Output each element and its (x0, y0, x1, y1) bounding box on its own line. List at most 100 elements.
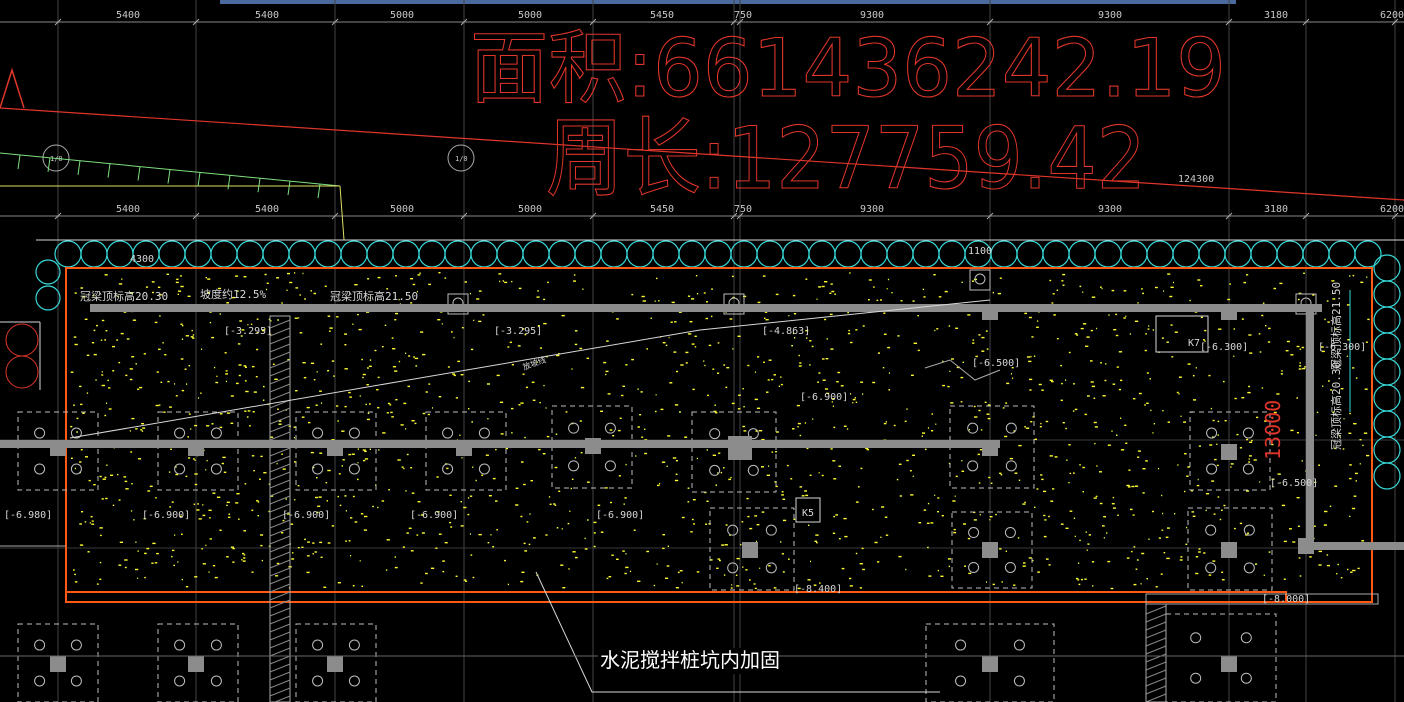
fill-dot (377, 407, 380, 409)
fill-dot (723, 574, 726, 576)
fill-dot (290, 523, 294, 525)
fill-dot (837, 371, 841, 374)
fill-dot (80, 403, 83, 406)
top-toolbar-strip[interactable] (220, 0, 1236, 4)
fill-dot (622, 385, 625, 387)
fill-dot (1206, 493, 1210, 495)
fill-dot (773, 374, 776, 376)
fill-dot (1296, 397, 1298, 399)
fill-dot (104, 476, 107, 479)
fill-dot (420, 331, 424, 333)
pile-circle (1198, 240, 1226, 268)
fill-dot (681, 581, 683, 584)
fill-dot (325, 482, 328, 484)
fill-dot (450, 526, 453, 528)
fill-dot (743, 430, 747, 432)
fill-dot (1227, 298, 1231, 301)
fill-dot (565, 411, 568, 413)
fill-dot (184, 368, 187, 370)
fill-dot (1209, 444, 1213, 446)
fill-dot (543, 298, 546, 301)
fill-dot (1030, 421, 1033, 423)
fill-dot (209, 321, 212, 324)
fill-dot (119, 541, 123, 543)
fill-dot (239, 320, 243, 322)
fill-dot (782, 571, 785, 573)
fill-dot (618, 429, 621, 432)
fill-dot (351, 453, 355, 455)
fill-dot (862, 393, 864, 395)
fill-dot (403, 402, 407, 405)
pile-cap-circle (1243, 524, 1255, 536)
fill-dot (131, 356, 135, 358)
fill-dot (1094, 442, 1096, 445)
fill-dot (712, 454, 716, 456)
fill-dot (1029, 389, 1032, 391)
fill-dot (955, 327, 958, 329)
fill-dot (944, 290, 948, 293)
fill-dot (804, 422, 806, 424)
fill-dot (1091, 296, 1096, 298)
fill-dot (693, 523, 695, 525)
fill-dot (536, 296, 540, 298)
fill-dot (425, 391, 428, 393)
fill-dot (917, 315, 919, 317)
fill-dot (1145, 460, 1148, 462)
fill-dot (804, 490, 807, 492)
fill-dot (1157, 467, 1160, 470)
fill-dot (1133, 583, 1137, 586)
fill-dot (799, 362, 802, 364)
fill-dot (900, 300, 903, 302)
fill-dot (123, 476, 127, 478)
fill-dot (260, 455, 263, 458)
ramp-tick (167, 169, 171, 184)
pile-circle (1094, 240, 1122, 268)
fill-dot (548, 496, 551, 498)
fill-dot (1123, 290, 1127, 292)
pile-cap-circle (1190, 632, 1202, 644)
fill-dot (655, 394, 657, 396)
fill-dot (992, 291, 994, 294)
fill-dot (640, 391, 643, 393)
pile-cap-circle (765, 562, 777, 574)
fill-dot (502, 280, 504, 282)
fill-dot (877, 561, 880, 563)
fill-dot (202, 504, 204, 506)
cad-drawing-canvas[interactable]: 5400 5400 5000 5000 5450 750 9300 9300 3180 6200 … (0, 0, 1404, 702)
fill-dot (194, 473, 198, 475)
fill-dot (172, 549, 175, 552)
fill-dot (310, 451, 314, 454)
fill-dot (1054, 456, 1058, 458)
fill-dot (155, 404, 159, 407)
fill-dot (1086, 336, 1090, 338)
fill-dot (181, 533, 183, 535)
fill-dot (568, 568, 570, 570)
fill-dot (973, 405, 976, 408)
fill-dot (625, 364, 628, 366)
fill-dot (612, 435, 615, 437)
fill-dot (1090, 360, 1093, 362)
support-columns (50, 304, 1314, 672)
fill-dot (1090, 381, 1094, 383)
fill-dot (139, 386, 143, 389)
pile-cap-circle (1240, 672, 1252, 684)
fill-dot (963, 523, 966, 525)
fill-dot (244, 483, 247, 485)
fill-dot (1103, 516, 1106, 518)
fill-dot (1336, 573, 1338, 575)
fill-dot (852, 398, 856, 401)
ramp-tick (227, 175, 231, 190)
fill-dot (202, 514, 206, 517)
fill-dot (76, 417, 79, 420)
fill-dot (245, 390, 249, 393)
fill-dot (523, 483, 526, 486)
pile-circle (678, 240, 706, 268)
fill-dot (377, 506, 379, 509)
hatch-line (269, 583, 291, 593)
fill-dot (410, 278, 414, 280)
fill-dot (361, 585, 364, 587)
pile-circle (1373, 332, 1401, 360)
fill-dot (219, 529, 222, 531)
fill-dot (1223, 380, 1225, 383)
fill-dot (1283, 578, 1286, 580)
